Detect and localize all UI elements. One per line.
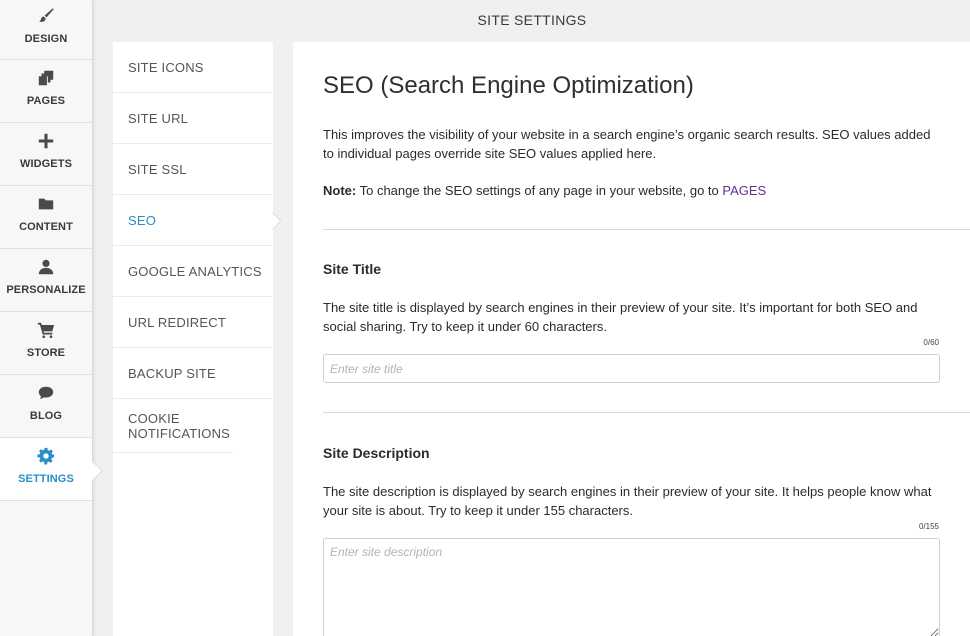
left-nav-rail: DESIGN PAGES WIDGETS CONTENT PERSONALIZE… [0, 0, 93, 636]
plus-icon [36, 131, 56, 151]
nav-design[interactable]: DESIGN [0, 0, 92, 60]
nav-widgets[interactable]: WIDGETS [0, 123, 92, 186]
nav-content-label: CONTENT [19, 221, 73, 233]
settings-submenu: SITE ICONS SITE URL SITE SSL SEO GOOGLE … [113, 42, 273, 636]
nav-personalize-label: PERSONALIZE [6, 284, 86, 296]
submenu-url-redirect[interactable]: URL REDIRECT [113, 297, 273, 348]
site-title-help: The site title is displayed by search en… [323, 300, 918, 334]
note-text: To change the SEO settings of any page i… [356, 183, 723, 198]
page-header: SITE SETTINGS [94, 0, 970, 40]
divider [323, 229, 970, 230]
submenu-backup-site[interactable]: BACKUP SITE [113, 348, 273, 399]
divider [323, 412, 970, 413]
gear-icon [36, 446, 56, 466]
nav-design-label: DESIGN [24, 33, 68, 45]
nav-personalize[interactable]: PERSONALIZE [0, 249, 92, 312]
paintbrush-icon [36, 6, 56, 26]
submenu-site-icons[interactable]: SITE ICONS [113, 42, 273, 93]
nav-content[interactable]: CONTENT [0, 186, 92, 249]
speech-bubble-icon [36, 383, 56, 403]
site-title-heading: Site Title [323, 261, 382, 277]
submenu-site-url[interactable]: SITE URL [113, 93, 273, 144]
nav-store-label: STORE [26, 347, 66, 359]
cart-icon [36, 320, 56, 340]
site-description-heading: Site Description [323, 445, 430, 461]
pages-icon [36, 68, 56, 88]
person-icon [36, 257, 56, 277]
nav-pages[interactable]: PAGES [0, 60, 92, 123]
pages-link[interactable]: PAGES [722, 183, 766, 198]
seo-intro-text: This improves the visibility of your web… [323, 127, 931, 161]
seo-settings-panel: SEO (Search Engine Optimization) This im… [293, 42, 970, 636]
note-label: Note: [323, 183, 357, 198]
submenu-seo[interactable]: SEO [113, 195, 273, 246]
nav-pages-label: PAGES [26, 95, 66, 107]
nav-settings-label: SETTINGS [18, 473, 74, 485]
site-description-counter: 0/155 [918, 522, 939, 531]
seo-note: Note: To change the SEO settings of any … [323, 181, 938, 200]
nav-store[interactable]: STORE [0, 312, 92, 375]
submenu-cookie-notifications[interactable]: COOKIE NOTIFICATIONS [113, 399, 233, 453]
nav-widgets-label: WIDGETS [19, 158, 73, 170]
site-description-textarea[interactable] [323, 538, 940, 636]
site-title-input[interactable] [323, 354, 940, 383]
nav-blog[interactable]: BLOG [0, 375, 92, 438]
submenu-google-analytics[interactable]: GOOGLE ANALYTICS [113, 246, 273, 297]
nav-settings[interactable]: SETTINGS [0, 438, 92, 501]
nav-blog-label: BLOG [29, 410, 63, 422]
header-title: SITE SETTINGS [477, 12, 587, 28]
page-title: SEO (Search Engine Optimization) [323, 72, 694, 99]
folder-icon [36, 194, 56, 214]
site-description-help: The site description is displayed by sea… [323, 484, 932, 518]
submenu-site-ssl[interactable]: SITE SSL [113, 144, 273, 195]
site-title-counter: 0/60 [923, 338, 939, 347]
